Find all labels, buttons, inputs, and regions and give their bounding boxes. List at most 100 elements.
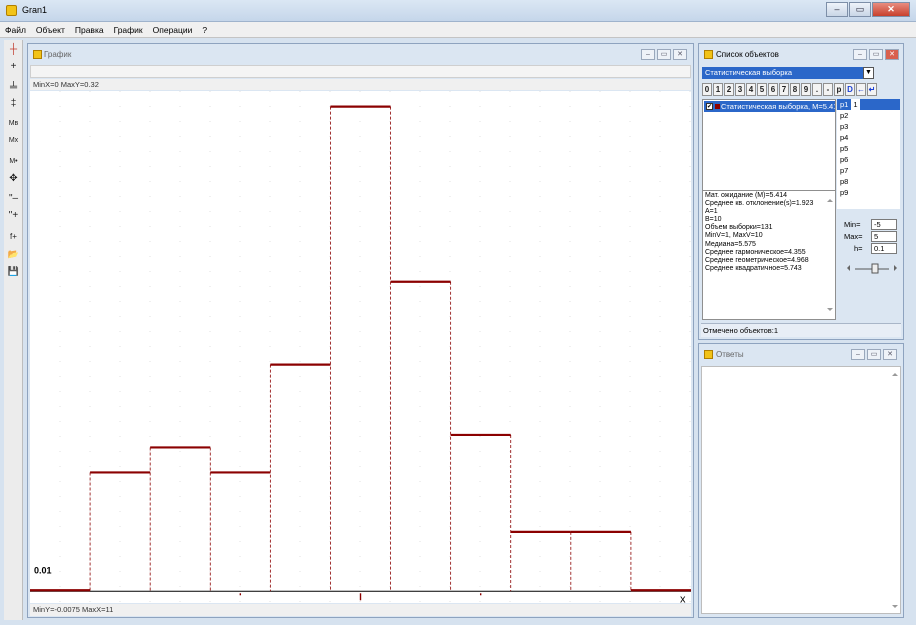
stats-panel: Мат. ожидание (M)=5.414 Среднее кв. откл… bbox=[702, 190, 836, 320]
param-value[interactable]: 1 bbox=[851, 99, 860, 110]
axis-icon[interactable]: ╧ bbox=[5, 80, 22, 96]
param-name: p1 bbox=[840, 100, 849, 109]
stats-scrollbar[interactable] bbox=[826, 192, 834, 318]
zoom-in-icon[interactable]: "+ bbox=[5, 208, 22, 224]
max-input[interactable] bbox=[871, 231, 897, 242]
y-tick-label: 0.01 bbox=[34, 566, 52, 576]
zoom-out-icon[interactable]: "‒ bbox=[5, 191, 22, 207]
stat-std: Среднее кв. отклонение(s)=1.923 bbox=[705, 200, 814, 208]
graph-subbar bbox=[30, 65, 691, 78]
object-list-window: Список объектов ‒ ▭ ✕ Статистическая выб… bbox=[698, 43, 904, 340]
value-slider[interactable] bbox=[845, 261, 899, 275]
x-axis-label: x bbox=[680, 593, 686, 603]
title-bar: Gran1 ‒ ▭ ✕ bbox=[0, 0, 916, 22]
object-type-select[interactable]: Статистическая выборка bbox=[702, 67, 874, 79]
graph-top-info: MinX=0 MaxY=0.32 bbox=[30, 79, 691, 90]
object-list-icon bbox=[704, 50, 713, 59]
graph-window-title: График bbox=[44, 50, 72, 59]
app-icon bbox=[6, 5, 17, 16]
tool-1[interactable]: 1 bbox=[713, 83, 723, 96]
stat-minmax: MinV=1, MaxV=10 bbox=[705, 232, 763, 240]
double-cross-icon[interactable]: ‡ bbox=[5, 96, 22, 112]
crosshair-icon[interactable]: + bbox=[5, 59, 22, 75]
graph-close-button[interactable]: ✕ bbox=[673, 49, 687, 60]
menu-operations[interactable]: Операции bbox=[148, 22, 198, 37]
ol-minimize-button[interactable]: ‒ bbox=[853, 49, 867, 60]
checkbox[interactable]: ✔ bbox=[706, 103, 713, 110]
min-input[interactable] bbox=[871, 219, 897, 230]
tool-d[interactable]: D bbox=[845, 83, 855, 96]
graph-window: График ‒ ▭ ✕ MinX=0 MaxY=0.32 0.01 x Min… bbox=[27, 43, 694, 618]
add-point-icon[interactable]: ┼ bbox=[5, 42, 22, 58]
marker-icon[interactable]: M• bbox=[5, 154, 22, 170]
tool-2[interactable]: 2 bbox=[724, 83, 734, 96]
menu-file[interactable]: Файл bbox=[0, 22, 31, 37]
histogram-chart[interactable]: 0.01 x bbox=[30, 91, 691, 605]
app-window: Gran1 ‒ ▭ ✕ Файл Объект Правка График Оп… bbox=[0, 0, 916, 625]
plot-area[interactable]: 0.01 x bbox=[30, 91, 691, 605]
tool-0[interactable]: 0 bbox=[702, 83, 712, 96]
list-item[interactable]: ✔ Статистическая выборка, M=5.414 bbox=[704, 101, 835, 112]
tool-3[interactable]: 3 bbox=[735, 83, 745, 96]
tool-minus[interactable]: - bbox=[823, 83, 833, 96]
tool-7[interactable]: 7 bbox=[779, 83, 789, 96]
answers-maximize-button[interactable]: ▭ bbox=[867, 349, 881, 360]
tool-5[interactable]: 5 bbox=[757, 83, 767, 96]
h-label: h= bbox=[854, 244, 863, 253]
status-bar: Отмечено объектов:1 bbox=[701, 323, 901, 337]
tool-8[interactable]: 8 bbox=[790, 83, 800, 96]
answers-title: Ответы bbox=[716, 350, 744, 359]
minimize-button[interactable]: ‒ bbox=[826, 2, 848, 17]
param-row-p4[interactable]: p4 bbox=[837, 132, 900, 143]
maximize-button[interactable]: ▭ bbox=[849, 2, 871, 17]
answers-scrollbar[interactable] bbox=[891, 369, 899, 613]
answers-close-button[interactable]: ✕ bbox=[883, 349, 897, 360]
tool-9[interactable]: 9 bbox=[801, 83, 811, 96]
param-row-p2[interactable]: p2 bbox=[837, 110, 900, 121]
enter-icon[interactable]: ↵ bbox=[867, 83, 877, 96]
graph-maximize-button[interactable]: ▭ bbox=[657, 49, 671, 60]
menu-graph[interactable]: График bbox=[109, 22, 148, 37]
scale-y-icon[interactable]: Mв bbox=[5, 116, 22, 132]
open-folder-icon[interactable]: 📂 bbox=[5, 246, 22, 262]
menu-object[interactable]: Объект bbox=[31, 22, 70, 37]
answers-minimize-button[interactable]: ‒ bbox=[851, 349, 865, 360]
close-button[interactable]: ✕ bbox=[872, 2, 910, 17]
menu-edit[interactable]: Правка bbox=[70, 22, 109, 37]
ol-close-button[interactable]: ✕ bbox=[885, 49, 899, 60]
scale-x-icon[interactable]: Mх bbox=[5, 133, 22, 149]
h-input[interactable] bbox=[871, 243, 897, 254]
chevron-down-icon[interactable]: ▼ bbox=[863, 67, 874, 79]
stat-quadratic: Среднее квадратичное=5.743 bbox=[705, 264, 802, 272]
stat-a: A=1 bbox=[705, 208, 718, 216]
graph-bottom-info: MinY=-0.0075 MaxX=11 bbox=[30, 604, 691, 616]
param-row-p8[interactable]: p8 bbox=[837, 176, 900, 187]
function-icon[interactable]: f+ bbox=[5, 229, 22, 245]
answers-textarea[interactable] bbox=[701, 366, 901, 614]
backspace-icon[interactable]: ← bbox=[856, 83, 866, 96]
tool-dot[interactable]: . bbox=[812, 83, 822, 96]
param-row-p1[interactable]: p1 1 bbox=[837, 99, 900, 110]
menu-help[interactable]: ? bbox=[197, 22, 212, 37]
graph-minimize-button[interactable]: ‒ bbox=[641, 49, 655, 60]
max-label: Max= bbox=[844, 232, 863, 241]
left-toolbar: ┼ + ╧ ‡ Mв Mх M• ✥ "‒ "+ f+ 📂 💾 bbox=[4, 40, 23, 620]
param-row-p3[interactable]: p3 bbox=[837, 121, 900, 132]
ol-maximize-button[interactable]: ▭ bbox=[869, 49, 883, 60]
param-list: p1 1 p2 p3 p4 p5 p6 p7 p8 p9 bbox=[837, 99, 900, 209]
series-color-swatch bbox=[715, 104, 720, 109]
save-icon[interactable]: 💾 bbox=[5, 263, 22, 279]
param-row-p7[interactable]: p7 bbox=[837, 165, 900, 176]
tool-6[interactable]: 6 bbox=[768, 83, 778, 96]
tool-4[interactable]: 4 bbox=[746, 83, 756, 96]
param-row-p6[interactable]: p6 bbox=[837, 154, 900, 165]
answers-window: Ответы ‒ ▭ ✕ bbox=[698, 343, 904, 618]
move-icon[interactable]: ✥ bbox=[5, 171, 22, 187]
param-row-p9[interactable]: p9 bbox=[837, 187, 900, 198]
answers-icon bbox=[704, 350, 713, 359]
object-list-title: Список объектов bbox=[716, 50, 779, 59]
tool-p[interactable]: p bbox=[834, 83, 844, 96]
stat-harmonic: Среднее гармоническое=4.355 bbox=[705, 248, 806, 256]
object-list: ✔ Статистическая выборка, M=5.414 bbox=[702, 99, 836, 194]
param-row-p5[interactable]: p5 bbox=[837, 143, 900, 154]
